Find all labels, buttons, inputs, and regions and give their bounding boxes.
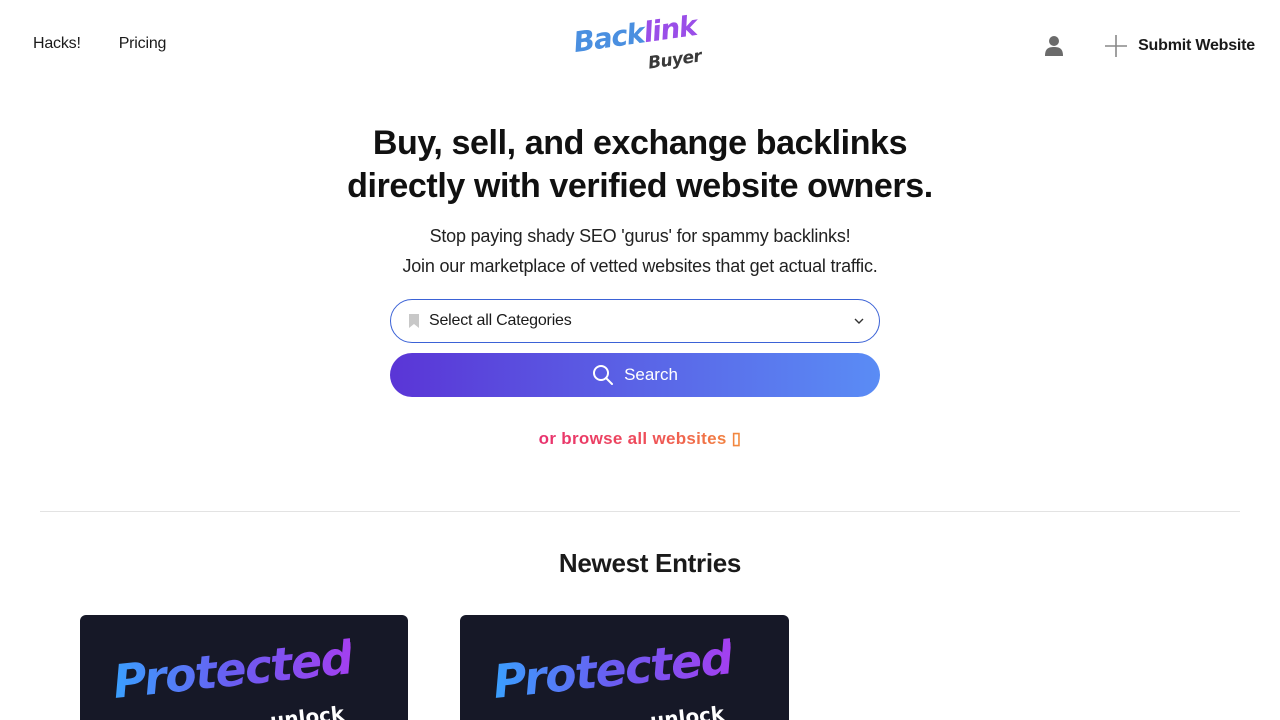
chevron-down-icon — [854, 318, 864, 324]
user-icon — [1045, 36, 1064, 56]
hero-title-line-1: Buy, sell, and exchange backlinks — [372, 124, 908, 162]
logo-part-back: Back — [571, 16, 646, 59]
user-account-button[interactable] — [1042, 32, 1066, 60]
search-button-label: Search — [624, 365, 678, 384]
nav-link-hacks[interactable]: Hacks! — [33, 35, 81, 53]
entry-card[interactable]: Protected unlock — [460, 615, 789, 720]
site-logo[interactable]: Backlink Buyer — [571, 9, 704, 78]
submit-website-label: Submit Website — [1138, 37, 1255, 54]
hero-title-line-2: directly with verified website owners. — [347, 167, 933, 205]
section-divider — [40, 511, 1240, 512]
site-header: Hacks! Pricing Backlink Buyer Submit Web… — [0, 0, 1280, 92]
protected-label: Protected — [490, 630, 735, 709]
bookmark-icon — [409, 314, 419, 328]
search-icon — [593, 365, 614, 385]
protected-label: Protected — [110, 630, 355, 709]
category-select[interactable]: Select all Categories — [390, 299, 880, 343]
unlock-label: unlock — [648, 701, 726, 720]
hero-subtitle: Stop paying shady SEO 'gurus' for spammy… — [0, 221, 1280, 281]
newest-entries-title: Newest Entries — [558, 548, 742, 578]
logo-part-link: link — [641, 9, 699, 50]
nav-link-pricing[interactable]: Pricing — [119, 35, 167, 53]
entry-card[interactable]: Protected unlock — [80, 615, 408, 720]
unlock-label: unlock — [268, 701, 346, 720]
header-actions: Submit Website — [1042, 32, 1255, 60]
hero-title: Buy, sell, and exchange backlinks direct… — [0, 122, 1280, 208]
hero-subtitle-line-1: Stop paying shady SEO 'gurus' for spammy… — [429, 226, 851, 246]
protected-badge: Protected — [110, 630, 354, 709]
search-button[interactable]: Search — [390, 353, 880, 397]
plus-icon — [1105, 35, 1128, 57]
browse-all-websites-link[interactable]: or browse all websites ▯ — [0, 429, 1280, 449]
category-select-value: Select all Categories — [429, 312, 572, 329]
browse-all-websites-label: or browse all websites ▯ — [538, 429, 742, 448]
main-nav: Hacks! Pricing — [33, 35, 166, 53]
submit-website-button[interactable]: Submit Website — [1104, 34, 1255, 58]
logo-subtitle: Buyer — [646, 46, 703, 74]
protected-badge: Protected — [490, 630, 734, 709]
hero-subtitle-line-2: Join our marketplace of vetted websites … — [402, 256, 878, 276]
